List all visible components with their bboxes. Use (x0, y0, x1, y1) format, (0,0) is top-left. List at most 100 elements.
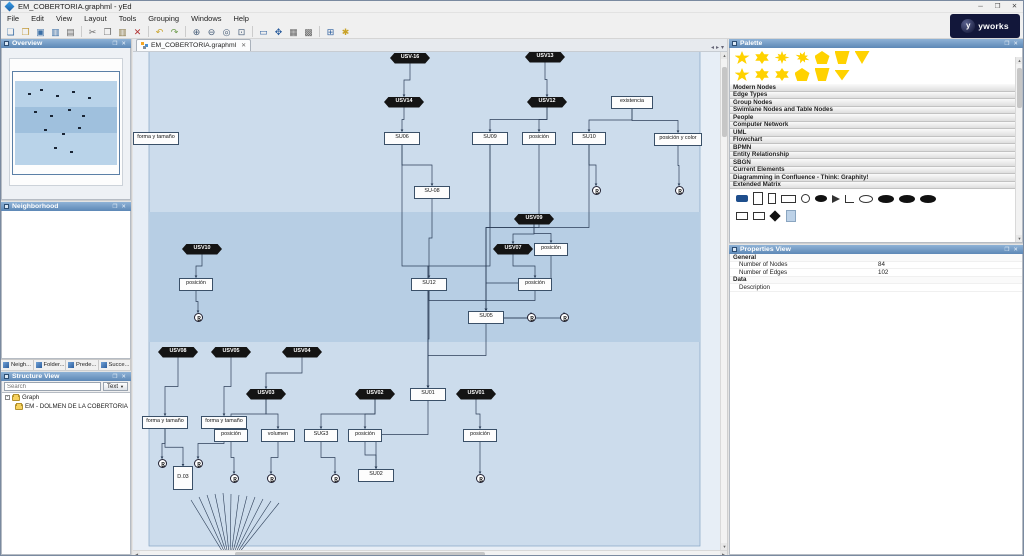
graph-node-usv02[interactable]: USV02 (355, 389, 395, 400)
palette-item-ovalblack[interactable] (899, 195, 915, 203)
settings-button[interactable]: ✱ (339, 25, 353, 38)
structure-filter-dropdown[interactable]: Text ▼ (103, 382, 128, 391)
close-panel-icon[interactable]: ✕ (1011, 41, 1020, 47)
overview-minimap[interactable] (1, 48, 131, 200)
save-all-button[interactable]: ▥ (49, 25, 63, 38)
snap-lines-button[interactable]: ▩ (302, 25, 316, 38)
scroll-up-icon[interactable]: ▲ (1016, 57, 1023, 64)
palette-shape-star5[interactable] (735, 51, 750, 64)
document-tab[interactable]: EM_COBERTORIA.graphml ✕ (136, 39, 251, 51)
graph-node-usv05[interactable]: USV05 (211, 347, 251, 358)
graph-node-usv10[interactable]: USV10 (182, 244, 222, 255)
menu-item-help[interactable]: Help (228, 13, 255, 24)
new-document-button[interactable]: ❏ (4, 25, 18, 38)
tree-item[interactable]: -Graph (2, 393, 130, 402)
graph-node-d-03[interactable]: D.03 (173, 466, 193, 490)
palette-section-uml[interactable]: UML▸ (730, 129, 1022, 137)
graph-node-connector[interactable] (527, 313, 536, 322)
palette-item-rectwhite[interactable] (736, 212, 748, 220)
palette-section-modern-nodes[interactable]: Modern Nodes▸ (730, 84, 1022, 92)
menu-item-view[interactable]: View (50, 13, 78, 24)
scroll-right-icon[interactable]: ▶ (720, 551, 727, 556)
palette-item-rectwhite[interactable] (753, 212, 765, 220)
palette-section-extended-matrix[interactable]: Extended Matrix▸ (730, 182, 1022, 190)
graph-node-forma-y-tama-o[interactable]: forma y tamaño (142, 416, 188, 429)
cut-button[interactable]: ✂ (86, 25, 100, 38)
tab-nav-icon[interactable]: ▾ (721, 44, 724, 51)
zoom-actual-button[interactable]: ◎ (220, 25, 234, 38)
graph-canvas[interactable]: USV-16USV13USV14USV12USV09USV10USV07USV0… (133, 52, 720, 550)
layout-run-button[interactable]: ⊞ (324, 25, 338, 38)
tab-close-icon[interactable]: ✕ (239, 42, 246, 49)
minimize-button[interactable]: ─ (972, 1, 989, 12)
menu-item-edit[interactable]: Edit (25, 13, 50, 24)
close-panel-icon[interactable]: ✕ (119, 204, 128, 210)
graph-node-forma-y-tama-o[interactable]: forma y tamaño (133, 132, 179, 145)
zoom-in-button[interactable]: ⊕ (190, 25, 204, 38)
palette-item-elbow[interactable] (845, 195, 854, 203)
palette-section-computer-network[interactable]: Computer Network▸ (730, 122, 1022, 130)
palette-shape-triangle-down-wide[interactable] (835, 68, 850, 81)
tree-item[interactable]: EM - DOLMEN DE LA COBERTORIA (2, 402, 130, 411)
palette-item-arrow[interactable] (832, 195, 840, 203)
palette-section-swimlane-nodes-and-table-nodes[interactable]: Swimlane Nodes and Table Nodes▸ (730, 107, 1022, 115)
canvas-vertical-scrollbar[interactable]: ▲ ▼ (720, 52, 727, 550)
graph-node-posici-n[interactable]: posición (534, 243, 568, 256)
tab-nav-icon[interactable]: ◂ (711, 44, 714, 51)
palette-item-ovalblack[interactable] (878, 195, 894, 203)
horizontal-scroll-thumb[interactable] (235, 552, 485, 556)
tab-nav-icon[interactable]: ▸ (716, 44, 719, 51)
menu-item-layout[interactable]: Layout (78, 13, 113, 24)
palette-item-ovalblack[interactable] (920, 195, 936, 203)
graph-node-usv07[interactable]: USV07 (493, 244, 533, 255)
graph-node-connector[interactable] (267, 474, 276, 483)
graph-node-existencia[interactable]: existencia (611, 96, 653, 109)
menu-item-windows[interactable]: Windows (185, 13, 227, 24)
palette-shape-trapezoid[interactable] (815, 68, 830, 81)
graph-node-posici-n[interactable]: posición (214, 429, 248, 442)
palette-item-ovalwhite[interactable] (859, 195, 873, 203)
graph-node-su12[interactable]: SU12 (411, 278, 447, 291)
palette-section-flowchart[interactable]: Flowchart▸ (730, 137, 1022, 145)
palette-item-circle[interactable] (801, 194, 810, 203)
print-button[interactable]: ▤ (64, 25, 78, 38)
delete-button[interactable]: ✕ (131, 25, 145, 38)
structure-search-input[interactable] (4, 382, 101, 391)
palette-shape-pentagon[interactable] (795, 68, 810, 81)
graph-node-su02[interactable]: SU02 (358, 469, 394, 482)
graph-node-usv13[interactable]: USV13 (525, 52, 565, 63)
close-panel-icon[interactable]: ✕ (119, 374, 128, 380)
canvas-horizontal-scrollbar[interactable]: ◀ ▶ (133, 550, 727, 556)
graph-node-posici-n[interactable]: posición (348, 429, 382, 442)
palette-section-entity-relationship[interactable]: Entity Relationship▸ (730, 152, 1022, 160)
graph-node-su09[interactable]: SU09 (472, 132, 508, 145)
graph-node-connector[interactable] (331, 474, 340, 483)
graph-node-posici-n[interactable]: posición (518, 278, 552, 291)
graph-node-su10[interactable]: SU10 (572, 132, 606, 145)
graph-node-usv01[interactable]: USV01 (456, 389, 496, 400)
graph-node-connector[interactable] (158, 459, 167, 468)
graph-node-usv14[interactable]: USV14 (384, 97, 424, 108)
graph-node-connector[interactable] (476, 474, 485, 483)
graph-node-connector[interactable] (675, 186, 684, 195)
graph-node-posici-n[interactable]: posición (463, 429, 497, 442)
graph-node-su-08[interactable]: SU-08 (414, 186, 450, 199)
graph-node-posici-n-y-color[interactable]: posición y color (654, 133, 702, 146)
palette-shape-trapezoid[interactable] (835, 51, 850, 64)
graph-node-usv03[interactable]: USV03 (246, 389, 286, 400)
graph-node-posici-n[interactable]: posición (522, 132, 556, 145)
palette-shape-star8[interactable] (775, 51, 790, 64)
palette-item-page[interactable] (768, 193, 776, 204)
edit-mode-button[interactable]: ▭ (257, 25, 271, 38)
menu-item-tools[interactable]: Tools (113, 13, 143, 24)
graph-node-usv12[interactable]: USV12 (527, 97, 567, 108)
panel-tab-folder[interactable]: Folder... (34, 360, 67, 370)
scroll-down-icon[interactable]: ▼ (1016, 235, 1023, 242)
palette-scrollbar[interactable]: ▲ ▼ (1015, 57, 1022, 242)
menu-item-grouping[interactable]: Grouping (142, 13, 185, 24)
undo-button[interactable]: ↶ (153, 25, 167, 38)
grid-button[interactable]: ▦ (287, 25, 301, 38)
palette-shape-star5[interactable] (735, 68, 750, 81)
zoom-out-button[interactable]: ⊖ (205, 25, 219, 38)
graph-node-connector[interactable] (560, 313, 569, 322)
